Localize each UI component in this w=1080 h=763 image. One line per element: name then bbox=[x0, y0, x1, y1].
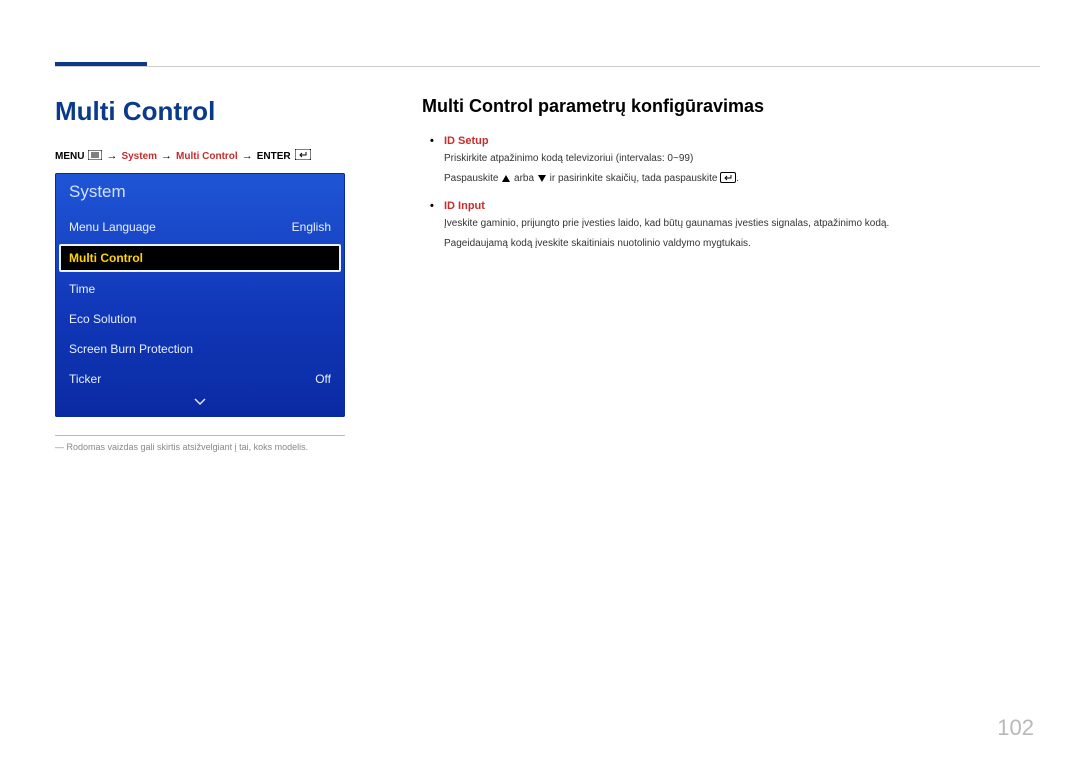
breadcrumb-menu: MENU bbox=[55, 151, 84, 162]
menu-item-label: Menu Language bbox=[69, 220, 156, 234]
menu-item-value: Off bbox=[315, 372, 331, 386]
id-setup-text-1: Priskirkite atpažinimo kodą televizoriui… bbox=[444, 151, 1025, 167]
bullet-id-setup: ID Setup Priskirkite atpažinimo kodą tel… bbox=[444, 135, 1025, 188]
left-column: Multi Control MENU → System → Multi Cont… bbox=[55, 96, 350, 452]
menu-item-label: Multi Control bbox=[69, 251, 143, 265]
top-accent-bar bbox=[55, 62, 147, 66]
triangle-up-icon bbox=[501, 173, 511, 189]
enter-icon bbox=[295, 149, 311, 163]
breadcrumb-enter: ENTER bbox=[257, 151, 291, 162]
chevron-down-icon[interactable] bbox=[55, 394, 345, 411]
menu-item-label: Eco Solution bbox=[69, 312, 136, 326]
top-horizontal-rule bbox=[55, 66, 1040, 67]
panel-bottom-rule bbox=[55, 435, 345, 436]
menu-item-menu-language[interactable]: Menu Language English bbox=[55, 212, 345, 242]
menu-item-eco-solution[interactable]: Eco Solution bbox=[55, 304, 345, 334]
arrow-right-icon: → bbox=[106, 150, 117, 162]
menu-item-multi-control[interactable]: Multi Control bbox=[59, 244, 341, 272]
id-input-text-1: Įveskite gaminio, prijungto prie įvestie… bbox=[444, 216, 1025, 232]
footnote: Rodomas vaizdas gali skirtis atsižvelgia… bbox=[55, 442, 350, 452]
section-title: Multi Control parametrų konfigūravimas bbox=[422, 96, 1025, 117]
triangle-down-icon bbox=[537, 173, 547, 189]
page-title: Multi Control bbox=[55, 96, 350, 127]
menu-item-label: Ticker bbox=[69, 372, 101, 386]
menu-item-value: English bbox=[292, 220, 331, 234]
right-column: Multi Control parametrų konfigūravimas I… bbox=[422, 96, 1025, 452]
id-setup-text-2: Paspauskite arba ir pasirinkite skaičių,… bbox=[444, 171, 1025, 189]
id-setup-heading: ID Setup bbox=[444, 135, 489, 147]
tv-menu-panel: System Menu Language English Multi Contr… bbox=[55, 173, 345, 417]
breadcrumb-multi-control: Multi Control bbox=[176, 151, 238, 162]
menu-item-ticker[interactable]: Ticker Off bbox=[55, 364, 345, 394]
breadcrumb-system: System bbox=[121, 151, 157, 162]
id-input-heading: ID Input bbox=[444, 200, 485, 212]
id-input-text-2: Pageidaujamą kodą įveskite skaitiniais n… bbox=[444, 236, 1025, 252]
tv-panel-header: System bbox=[55, 173, 345, 212]
enter-icon bbox=[720, 172, 736, 189]
arrow-right-icon: → bbox=[242, 150, 253, 162]
menu-item-label: Screen Burn Protection bbox=[69, 342, 193, 356]
page-number: 102 bbox=[997, 715, 1034, 741]
menu-item-time[interactable]: Time bbox=[55, 274, 345, 304]
arrow-right-icon: → bbox=[161, 150, 172, 162]
bullet-id-input: ID Input Įveskite gaminio, prijungto pri… bbox=[444, 200, 1025, 251]
menu-item-label: Time bbox=[69, 282, 95, 296]
menu-item-screen-burn-protection[interactable]: Screen Burn Protection bbox=[55, 334, 345, 364]
breadcrumb: MENU → System → Multi Control → ENTER bbox=[55, 149, 350, 163]
menu-icon bbox=[88, 150, 102, 163]
